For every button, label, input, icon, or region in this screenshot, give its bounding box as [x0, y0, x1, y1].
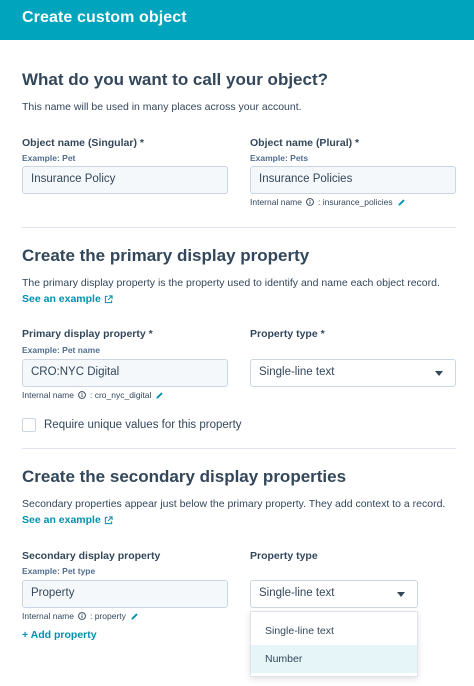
external-link-icon [104, 515, 113, 524]
plural-name-input[interactable]: Insurance Policies [250, 166, 456, 194]
section-heading-primary-property: Create the primary display property [22, 246, 310, 265]
section-heading-secondary-properties: Create the secondary display properties [22, 467, 347, 486]
secondary-type-label: Property type [250, 550, 318, 562]
section-heading-object-name: What do you want to call your object? [22, 70, 329, 89]
dropdown-option-number[interactable]: Number [251, 645, 417, 673]
internal-name-value: : property [89, 611, 126, 621]
see-example-link-primary[interactable]: See an example [22, 293, 113, 305]
primary-property-example: Example: Pet name [22, 345, 100, 355]
plural-name-label: Object name (Plural) * [250, 137, 360, 149]
pencil-icon[interactable] [397, 198, 406, 207]
internal-name-label: Internal name [22, 611, 74, 621]
secondary-property-input[interactable]: Property [22, 580, 228, 608]
info-icon[interactable] [78, 612, 86, 620]
property-type-dropdown-menu: Single-line text Number [250, 611, 418, 677]
info-icon[interactable] [306, 198, 314, 206]
see-example-label: See an example [22, 293, 101, 305]
primary-type-label: Property type * [250, 328, 325, 340]
secondary-property-label: Secondary display property [22, 550, 161, 562]
divider [22, 227, 456, 228]
plural-internal-name: Internal name : insurance_policies [250, 197, 406, 207]
primary-internal-name: Internal name : cro_nyc_digital [22, 390, 164, 400]
modal-header: Create custom object [0, 0, 474, 40]
add-property-button[interactable]: + Add property [22, 629, 97, 641]
singular-name-example: Example: Pet [22, 153, 76, 163]
primary-property-input[interactable]: CRO:NYC Digital [22, 359, 228, 387]
section-description-primary-property: The primary display property is the prop… [22, 277, 440, 289]
modal-title: Create custom object [22, 9, 187, 26]
see-example-link-secondary[interactable]: See an example [22, 514, 113, 526]
singular-name-label: Object name (Singular) * [22, 137, 144, 149]
unique-values-checkbox-row[interactable]: Require unique values for this property [22, 418, 242, 432]
pencil-icon[interactable] [130, 612, 139, 621]
section-description-object-name: This name will be used in many places ac… [22, 101, 302, 113]
internal-name-label: Internal name [250, 197, 302, 207]
primary-type-select[interactable]: Single-line text [250, 359, 456, 387]
internal-name-label: Internal name [22, 390, 74, 400]
internal-name-value: : insurance_policies [317, 197, 393, 207]
chevron-down-icon [397, 592, 405, 597]
unique-values-label[interactable]: Require unique values for this property [44, 419, 242, 431]
pencil-icon[interactable] [155, 391, 164, 400]
secondary-type-value: Single-line text [259, 587, 335, 599]
secondary-type-select[interactable]: Single-line text [250, 580, 418, 608]
info-icon[interactable] [78, 391, 86, 399]
divider [22, 448, 456, 449]
dropdown-option-single-line-text[interactable]: Single-line text [251, 617, 417, 645]
see-example-label: See an example [22, 514, 101, 526]
unique-values-checkbox[interactable] [22, 418, 36, 432]
section-description-secondary-properties: Secondary properties appear just below t… [22, 498, 446, 510]
external-link-icon [104, 294, 113, 303]
primary-type-value: Single-line text [259, 366, 335, 378]
chevron-down-icon [435, 371, 443, 376]
plural-name-example: Example: Pets [250, 153, 309, 163]
primary-property-label: Primary display property * [22, 328, 153, 340]
internal-name-value: : cro_nyc_digital [89, 390, 152, 400]
secondary-internal-name: Internal name : property [22, 611, 139, 621]
secondary-property-example: Example: Pet type [22, 566, 96, 576]
singular-name-input[interactable]: Insurance Policy [22, 166, 228, 194]
